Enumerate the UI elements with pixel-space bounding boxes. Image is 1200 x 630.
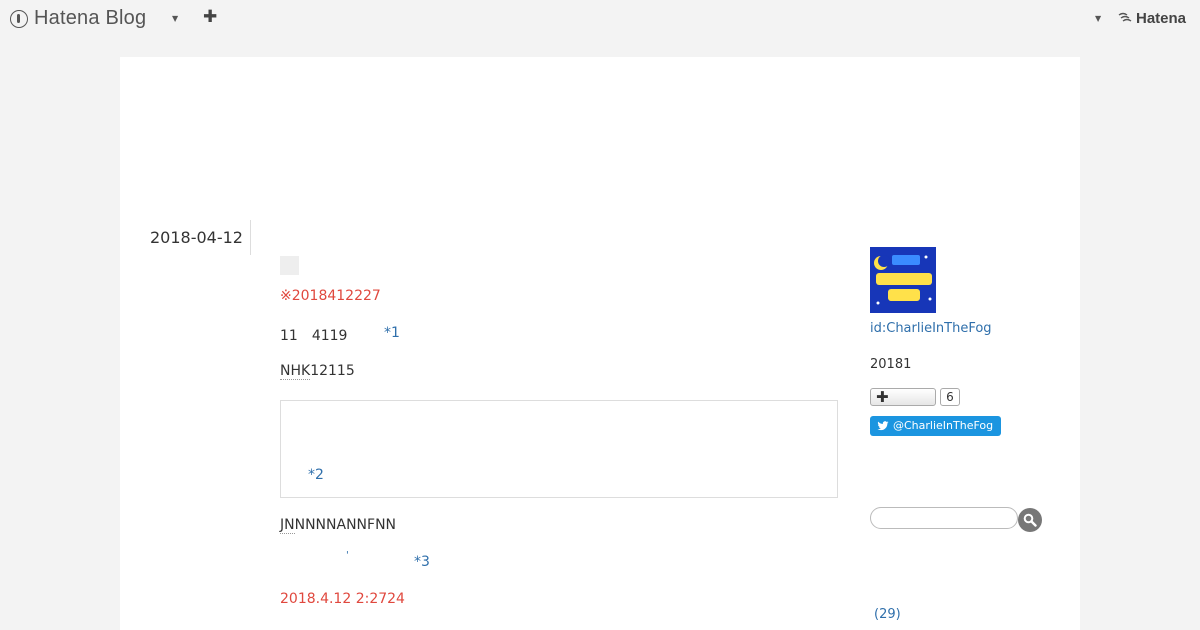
subscriber-count: 6 (940, 388, 960, 406)
paragraph-text: 11 4119 (280, 328, 348, 344)
plus-icon: ✚ (876, 388, 889, 406)
hatena-blog-logo-icon (10, 9, 28, 28)
blockquote: *2 (280, 400, 838, 498)
avatar-image-icon (870, 247, 936, 313)
keyword-link[interactable]: NHK (280, 363, 311, 380)
twitter-handle: @CharlieInTheFog (893, 419, 994, 432)
search-icon (1023, 513, 1037, 527)
footnote-link[interactable]: *2 (308, 467, 324, 483)
profile-id-link[interactable]: id:CharlieInTheFog (870, 321, 992, 336)
keyword-link[interactable]: JN (280, 517, 295, 534)
paragraph-text: 12115 (310, 363, 355, 379)
date-divider (250, 220, 251, 255)
entry-date[interactable]: 2018-04-12 (150, 228, 243, 247)
entry-image-placeholder (280, 256, 299, 275)
footnote-link[interactable]: *3 (414, 554, 430, 570)
hatena-blog-logo[interactable]: Hatena Blog (10, 7, 146, 30)
paragraph: JNNNNNANNFNN (280, 517, 397, 534)
footnote-link[interactable]: *1 (384, 325, 400, 341)
blog-main-panel: 2018-04-12 ※2018412227 11 4119 *1 NHK121… (120, 57, 1080, 630)
paragraph: 11 4119 *1 (280, 325, 400, 345)
twitter-icon (877, 421, 889, 431)
logo-text: Hatena Blog (34, 7, 147, 29)
hatena-mark-icon (1118, 12, 1132, 22)
blog-header-area (120, 57, 1080, 207)
archive-count-link[interactable]: (29) (874, 607, 901, 622)
hatena-brand-link[interactable]: Hatena (1136, 10, 1186, 27)
paragraph: NHK12115 (280, 363, 355, 380)
user-menu-chevron-down-icon[interactable]: ▼ (1095, 14, 1101, 23)
blog-since-text: 20181 (870, 357, 912, 372)
notice-text: ※2018412227 (280, 288, 381, 304)
twitter-follow-button[interactable]: @CharlieInTheFog (870, 416, 1001, 436)
paragraph-mark: ' (346, 550, 349, 561)
updated-text: 2018.4.12 2:2724 (280, 591, 405, 607)
paragraph-text: NNNNANNFNN (294, 517, 397, 533)
global-header: Hatena Blog ▼ ✚ ▼ Hatena (0, 0, 1200, 38)
add-post-icon[interactable]: ✚ (203, 7, 217, 27)
search-input[interactable] (870, 507, 1018, 529)
chevron-down-icon[interactable]: ▼ (172, 14, 178, 23)
search-button[interactable] (1018, 508, 1042, 532)
subscribe-button[interactable]: ✚ (870, 388, 936, 406)
profile-avatar[interactable] (870, 247, 936, 313)
